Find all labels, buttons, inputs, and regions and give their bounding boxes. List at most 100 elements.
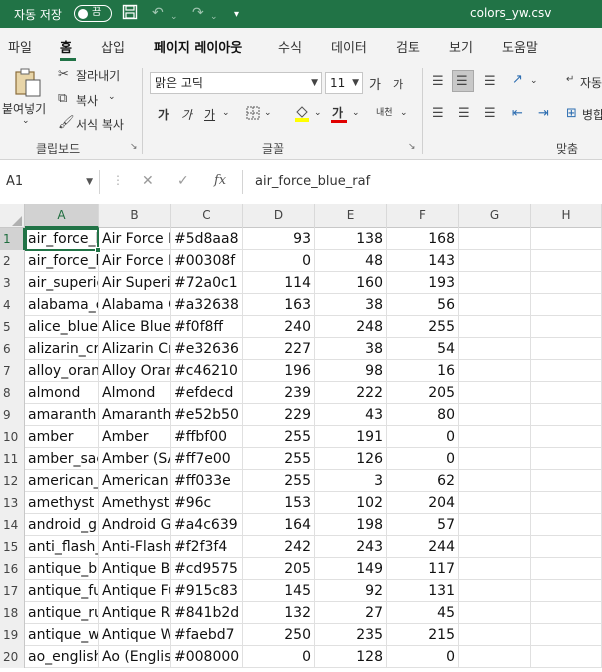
cell-g[interactable] xyxy=(459,316,531,338)
cell-h[interactable] xyxy=(531,294,602,316)
redo-icon[interactable]: ↷ xyxy=(192,4,204,22)
cell-b[interactable]: Antique White xyxy=(99,624,171,646)
cell-a[interactable]: android_green xyxy=(25,514,99,536)
cell-g[interactable] xyxy=(459,382,531,404)
cell-d[interactable]: 114 xyxy=(243,272,315,294)
cell-f[interactable]: 0 xyxy=(387,426,459,448)
cell-g[interactable] xyxy=(459,294,531,316)
cell-d[interactable]: 0 xyxy=(243,250,315,272)
cell-e[interactable]: 160 xyxy=(315,272,387,294)
cell-c[interactable]: #e52b50 xyxy=(171,404,243,426)
wrap-text-icon[interactable]: ↵ xyxy=(566,72,574,88)
cell-h[interactable] xyxy=(531,426,602,448)
font-launcher-icon[interactable]: ↘ xyxy=(408,142,416,152)
cell-f[interactable]: 204 xyxy=(387,492,459,514)
cell-h[interactable] xyxy=(531,602,602,624)
cell-d[interactable]: 164 xyxy=(243,514,315,536)
cell-f[interactable]: 205 xyxy=(387,382,459,404)
cell-d[interactable]: 205 xyxy=(243,558,315,580)
cell-f[interactable]: 54 xyxy=(387,338,459,360)
cell-f[interactable]: 16 xyxy=(387,360,459,382)
autosave-toggle[interactable]: 끔 xyxy=(74,5,112,22)
cell-e[interactable]: 3 xyxy=(315,470,387,492)
column-header[interactable]: D xyxy=(243,204,315,228)
cell-d[interactable]: 227 xyxy=(243,338,315,360)
cell-g[interactable] xyxy=(459,360,531,382)
cell-h[interactable] xyxy=(531,624,602,646)
cell-g[interactable] xyxy=(459,602,531,624)
cell-h[interactable] xyxy=(531,228,602,250)
cell-h[interactable] xyxy=(531,338,602,360)
cell-g[interactable] xyxy=(459,448,531,470)
column-header[interactable]: G xyxy=(459,204,531,228)
cell-e[interactable]: 243 xyxy=(315,536,387,558)
cell-a[interactable]: anti_flash_white xyxy=(25,536,99,558)
row-header[interactable]: 1 xyxy=(0,228,25,250)
cell-g[interactable] xyxy=(459,536,531,558)
cell-b[interactable]: Android Green xyxy=(99,514,171,536)
tab-insert[interactable]: 삽입 xyxy=(101,37,125,56)
row-header[interactable]: 20 xyxy=(0,646,25,668)
cell-e[interactable]: 222 xyxy=(315,382,387,404)
cell-a[interactable]: alice_blue xyxy=(25,316,99,338)
wrap-text-button[interactable]: 자동 xyxy=(580,74,602,91)
tab-page-layout[interactable]: 페이지 레이아웃 xyxy=(154,37,242,56)
row-header[interactable]: 11 xyxy=(0,448,25,470)
cell-d[interactable]: 240 xyxy=(243,316,315,338)
cell-d[interactable]: 229 xyxy=(243,404,315,426)
font-color-button[interactable]: 가 xyxy=(332,104,343,121)
cell-d[interactable]: 132 xyxy=(243,602,315,624)
cell-f[interactable]: 45 xyxy=(387,602,459,624)
cell-f[interactable]: 57 xyxy=(387,514,459,536)
enter-icon[interactable]: ✓ xyxy=(177,173,189,189)
copy-icon[interactable]: ⧉ xyxy=(58,91,67,107)
cell-c[interactable]: #5d8aa8 xyxy=(171,228,243,250)
column-header[interactable]: B xyxy=(99,204,171,228)
cell-b[interactable]: Alloy Orange xyxy=(99,360,171,382)
select-all-button[interactable] xyxy=(0,204,25,228)
cell-a[interactable]: air_superiority_blue xyxy=(25,272,99,294)
bold-button[interactable]: 가 xyxy=(158,106,169,123)
save-icon[interactable] xyxy=(122,4,138,25)
row-header[interactable]: 4 xyxy=(0,294,25,316)
cell-c[interactable]: #008000 xyxy=(171,646,243,668)
cell-a[interactable]: antique_white xyxy=(25,624,99,646)
cut-icon[interactable]: ✂ xyxy=(58,67,69,83)
cell-b[interactable]: Amber xyxy=(99,426,171,448)
row-header[interactable]: 12 xyxy=(0,470,25,492)
tab-view[interactable]: 보기 xyxy=(449,37,473,56)
fill-color-dropdown-icon[interactable]: ⌄ xyxy=(314,108,322,118)
column-header[interactable]: E xyxy=(315,204,387,228)
phonetic-dropdown-icon[interactable]: ⌄ xyxy=(400,108,408,118)
cell-g[interactable] xyxy=(459,514,531,536)
cell-b[interactable]: Air Force Blue (RAF) xyxy=(99,228,171,250)
cell-d[interactable]: 255 xyxy=(243,448,315,470)
row-header[interactable]: 2 xyxy=(0,250,25,272)
column-header[interactable]: A xyxy=(25,204,99,228)
cell-c[interactable]: #e32636 xyxy=(171,338,243,360)
cell-c[interactable]: #cd9575 xyxy=(171,558,243,580)
borders-dropdown-icon[interactable]: ⌄ xyxy=(264,108,272,118)
cell-e[interactable]: 27 xyxy=(315,602,387,624)
cell-h[interactable] xyxy=(531,646,602,668)
cell-b[interactable]: Alice Blue xyxy=(99,316,171,338)
tab-data[interactable]: 데이터 xyxy=(331,37,367,56)
cell-c[interactable]: #915c83 xyxy=(171,580,243,602)
cell-b[interactable]: Ao (English) xyxy=(99,646,171,668)
tab-help[interactable]: 도움말 xyxy=(502,37,538,56)
cell-f[interactable]: 62 xyxy=(387,470,459,492)
cell-e[interactable]: 235 xyxy=(315,624,387,646)
undo-dropdown-icon[interactable]: ⌄ xyxy=(170,8,178,26)
underline-button[interactable]: 가 xyxy=(204,106,215,123)
row-header[interactable]: 18 xyxy=(0,602,25,624)
cell-a[interactable]: amethyst xyxy=(25,492,99,514)
cell-c[interactable]: #00308f xyxy=(171,250,243,272)
font-color-dropdown-icon[interactable]: ⌄ xyxy=(352,108,360,118)
cell-f[interactable]: 215 xyxy=(387,624,459,646)
row-header[interactable]: 10 xyxy=(0,426,25,448)
row-header[interactable]: 5 xyxy=(0,316,25,338)
decrease-indent-icon[interactable]: ⇤ xyxy=(512,106,523,122)
cell-b[interactable]: Alizarin Crimson xyxy=(99,338,171,360)
cell-f[interactable]: 143 xyxy=(387,250,459,272)
cell-g[interactable] xyxy=(459,426,531,448)
